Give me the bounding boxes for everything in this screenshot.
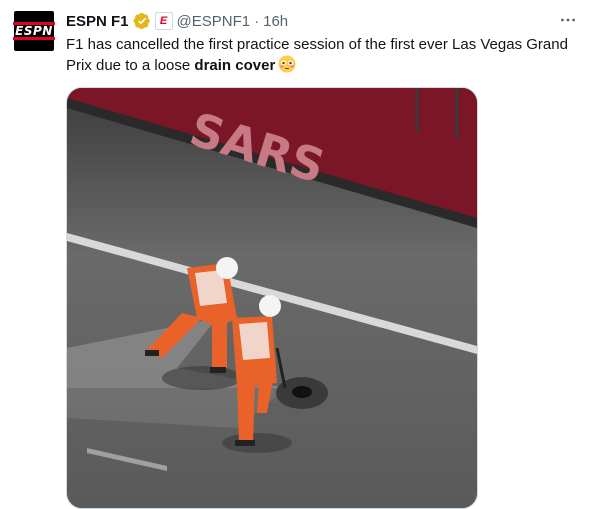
tweet-text-prefix: F1 has cancelled the first practice sess… [66,36,568,74]
timestamp[interactable]: 16h [263,13,288,30]
tweet-text-bold: drain cover [194,57,276,74]
more-horizontal-icon [561,18,575,22]
more-options-button[interactable] [558,12,578,28]
tweet-header: ESPN F1 E @ESPNF1 · 16h [66,11,582,31]
tweet-text: F1 has cancelled the first practice sess… [66,35,576,76]
avatar[interactable]: ESPN [13,11,55,51]
separator-dot: · [254,12,260,30]
verified-badge-icon[interactable] [133,12,151,30]
tweet-card[interactable]: ESPN ESPN F1 E @ESPNF1 · 16h F1 has canc… [0,0,598,509]
track-photo: SARS [67,88,477,508]
flushed-face-icon [278,55,296,73]
author-handle[interactable]: @ESPNF1 [177,13,251,30]
espn-logo: ESPN [13,22,55,40]
tweet-photo[interactable]: SARS [66,87,478,509]
author-name[interactable]: ESPN F1 [66,13,129,30]
affiliate-badge-icon[interactable]: E [154,12,173,30]
